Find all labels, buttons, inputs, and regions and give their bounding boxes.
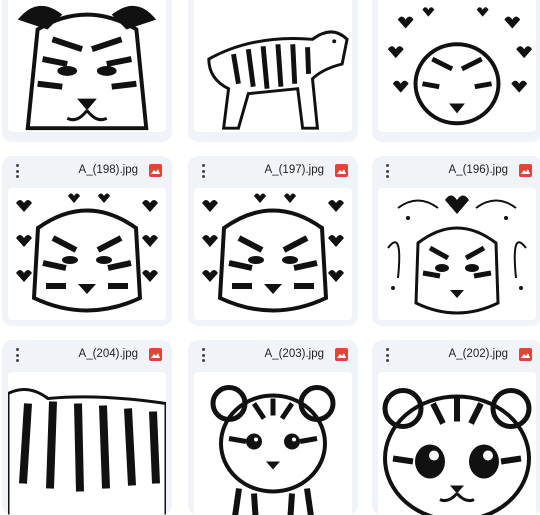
file-name[interactable]: A_(203).jpg [228,348,324,360]
file-name[interactable]: A_(196).jpg [412,164,508,176]
file-card[interactable]: A_(198).jpg [2,156,172,326]
file-thumbnail[interactable] [194,372,352,515]
file-card[interactable]: A_(202).jpg [372,340,540,515]
file-card-header: A_(203).jpg [188,340,358,370]
tiger-face-image [8,0,166,132]
cartoon-tiger-cub-image [378,372,536,515]
more-options-icon[interactable] [14,348,20,362]
file-card-header: A_(197).jpg [188,156,358,186]
file-card-header: A_(198).jpg [2,156,172,186]
more-options-icon[interactable] [200,348,206,362]
tiger-hearts-image [378,0,536,132]
file-card[interactable] [2,0,172,142]
file-card[interactable]: A_(196).jpg [372,156,540,326]
file-grid: A_(198).jpg A_(1 [0,0,540,502]
file-card-header: A_(204).jpg [2,340,172,370]
file-name[interactable]: A_(202).jpg [412,348,508,360]
image-icon [335,164,348,177]
file-thumbnail[interactable] [8,372,166,515]
tiger-body-image [8,372,166,515]
image-icon [149,164,162,177]
walking-tiger-image [194,0,352,132]
file-card[interactable]: A_(203).jpg [188,340,358,515]
file-name[interactable]: A_(198).jpg [42,164,138,176]
more-options-icon[interactable] [14,164,20,178]
file-thumbnail[interactable] [378,188,536,320]
image-icon [519,348,532,361]
image-icon [335,348,348,361]
tiger-ornate-hearts-image [378,188,536,320]
file-thumbnail[interactable] [194,188,352,320]
file-card-header: A_(202).jpg [372,340,540,370]
file-name[interactable]: A_(204).jpg [42,348,138,360]
tiger-cub-image [194,372,352,515]
file-thumbnail[interactable] [378,0,536,132]
file-card[interactable]: A_(204).jpg [2,340,172,515]
image-icon [149,348,162,361]
more-options-icon[interactable] [200,164,206,178]
file-name[interactable]: A_(197).jpg [228,164,324,176]
file-thumbnail[interactable] [8,0,166,132]
file-card[interactable]: A_(197).jpg [188,156,358,326]
more-options-icon[interactable] [384,348,390,362]
file-card[interactable] [188,0,358,142]
file-card[interactable] [372,0,540,142]
file-thumbnail[interactable] [8,188,166,320]
more-options-icon[interactable] [384,164,390,178]
file-thumbnail[interactable] [194,0,352,132]
tiger-hearts-image [194,188,352,320]
image-icon [519,164,532,177]
tiger-hearts-image [8,188,166,320]
file-card-header: A_(196).jpg [372,156,540,186]
file-thumbnail[interactable] [378,372,536,515]
